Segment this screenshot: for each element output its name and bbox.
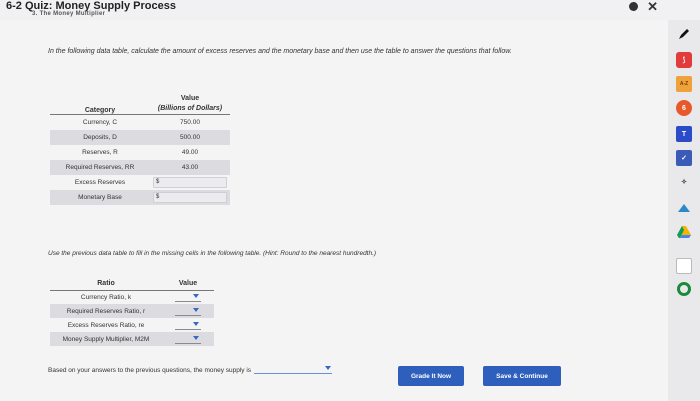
header-category: Category (50, 94, 150, 115)
orange-circle-icon[interactable]: 6 (676, 100, 692, 116)
table-row: Monetary Base $ (50, 189, 230, 205)
window-subtitle: 3. The Money Multiplier (32, 11, 106, 17)
save-continue-button[interactable]: Save & Continue (483, 366, 561, 386)
extension-sidebar: ⟆ A-Z 6 T ✓ ✧ (668, 20, 700, 401)
ratio-table: Ratio Value Currency Ratio, k Required R… (50, 278, 214, 346)
answer-row: Based on your answers to the previous qu… (48, 366, 333, 374)
table-row: Currency Ratio, k (50, 290, 214, 304)
window-titlebar: 6-2 Quiz: Money Supply Process 3. The Mo… (0, 0, 700, 20)
pen-icon[interactable] (676, 26, 692, 42)
header-value: Value (Billions of Dollars) (150, 94, 230, 115)
data-table: Category Value (Billions of Dollars) Cur… (50, 94, 230, 205)
table-row: Excess Reserves $ (50, 175, 230, 190)
chevron-down-icon (193, 307, 199, 312)
instructions: In the following data table, calculate t… (48, 48, 512, 55)
excess-reserves-ratio-dropdown[interactable] (175, 321, 201, 330)
answer-prompt: Based on your answers to the previous qu… (48, 366, 252, 374)
table-row: Required Reserves, RR 43.00 (50, 159, 230, 175)
grade-button[interactable]: Grade It Now (398, 366, 464, 386)
excess-reserves-input[interactable]: $ (153, 176, 227, 188)
table-row: Currency, C 750.00 (82, 118, 200, 126)
chevron-down-icon (193, 293, 199, 298)
drive-icon[interactable] (676, 224, 692, 240)
table-row: Required Reserves Ratio, r (50, 304, 214, 318)
chevron-down-icon (193, 321, 199, 326)
required-reserves-ratio-dropdown[interactable] (175, 307, 201, 316)
header-ratio-value: Value (162, 278, 214, 291)
chevron-down-icon (325, 366, 332, 370)
info-icon[interactable] (629, 2, 639, 11)
table-row: Deposits, D 500.00 (50, 129, 230, 145)
square-icon[interactable] (676, 258, 692, 274)
header-ratio: Ratio (50, 278, 162, 291)
chevron-down-icon (193, 335, 199, 340)
quiz-page: In the following data table, calculate t… (0, 20, 668, 401)
table-row: Reserves, R 49.00 (82, 148, 199, 156)
currency-ratio-dropdown[interactable] (175, 293, 201, 302)
money-supply-multiplier-dropdown[interactable] (175, 335, 201, 344)
check-icon[interactable]: ✓ (676, 150, 692, 166)
t-icon[interactable]: T (676, 126, 692, 142)
circle-icon[interactable] (677, 282, 691, 296)
monetary-base-input[interactable]: $ (153, 191, 227, 203)
a-z-icon[interactable]: A-Z (676, 76, 692, 92)
bookmark-icon[interactable] (676, 200, 692, 216)
red-app-icon[interactable]: ⟆ (676, 52, 692, 68)
instructions-2: Use the previous data table to fill in t… (48, 250, 377, 257)
sparkle-icon[interactable]: ✧ (676, 174, 692, 190)
table-row: Money Supply Multiplier, M2M (50, 332, 214, 346)
close-icon[interactable]: ✕ (647, 0, 658, 13)
table-row: Excess Reserves Ratio, re (50, 318, 214, 332)
money-supply-dropdown[interactable] (254, 366, 333, 374)
